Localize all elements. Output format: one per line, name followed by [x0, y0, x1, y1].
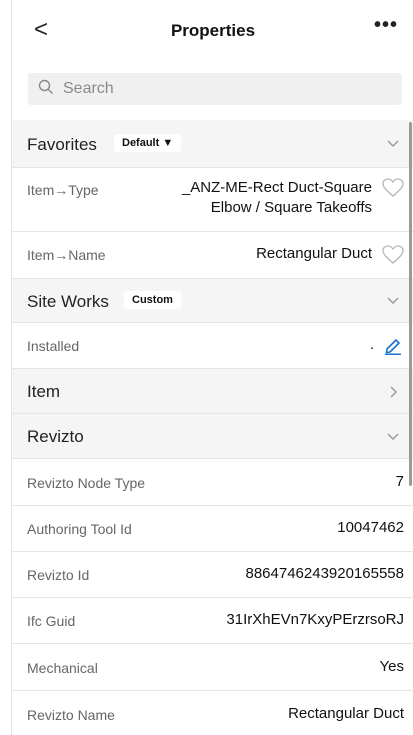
- scrollbar[interactable]: [409, 122, 412, 486]
- page-title: Properties: [170, 21, 256, 40]
- section-favorites[interactable]: Favorites Default ▼: [12, 120, 413, 168]
- value-line-1: _ANZ-ME-Rect Duct-Square: [181, 179, 372, 196]
- property-row-item-name: Item→Name Rectangular Duct: [12, 232, 413, 279]
- property-value: Rectangular Duct: [288, 705, 404, 722]
- section-label: Site Works: [27, 292, 109, 311]
- heart-icon[interactable]: [382, 178, 404, 198]
- section-site-works[interactable]: Site Works Custom: [12, 279, 413, 323]
- section-revizto[interactable]: Revizto: [12, 414, 413, 459]
- heart-icon[interactable]: [382, 245, 404, 265]
- property-label: Item→Type: [27, 182, 99, 198]
- pencil-icon[interactable]: [384, 335, 402, 355]
- property-value: 10047462: [337, 519, 404, 536]
- search-input[interactable]: Search: [28, 73, 402, 105]
- properties-panel: < Properties ••• Search Favorites Defaul…: [11, 0, 413, 735]
- section-label: Item: [27, 382, 61, 401]
- property-label: Installed: [27, 338, 80, 354]
- chevron-down-icon[interactable]: [386, 430, 400, 444]
- property-value: 7: [395, 473, 404, 490]
- property-label: Revizto Name: [27, 707, 115, 723]
- property-row-mechanical: Mechanical Yes: [12, 644, 413, 691]
- property-value: 8864746243920165558: [245, 565, 404, 582]
- property-label: Revizto Node Type: [27, 475, 146, 491]
- property-value: _ANZ-ME-Rect Duct-Square Elbow / Square …: [142, 178, 372, 218]
- section-label: Revizto: [27, 427, 84, 446]
- chevron-right-icon[interactable]: [386, 385, 400, 399]
- chevron-down-icon[interactable]: [386, 294, 400, 308]
- chevron-down-icon[interactable]: [386, 137, 400, 151]
- property-value: Rectangular Duct: [256, 245, 372, 262]
- property-row-item-type: Item→Type _ANZ-ME-Rect Duct-Square Elbow…: [12, 168, 413, 232]
- search-placeholder: Search: [63, 80, 114, 97]
- property-label: Revizto Id: [27, 567, 90, 583]
- more-icon[interactable]: •••: [374, 14, 398, 37]
- property-row-revizto-name: Revizto Name Rectangular Duct: [12, 691, 413, 735]
- property-list: Favorites Default ▼ Item→Type _ANZ-ME-Re…: [12, 120, 413, 735]
- top-bar: < Properties •••: [12, 0, 413, 62]
- property-row-ifc-guid: Ifc Guid 31IrXhEVn7KxyPErzrsoRJ: [12, 598, 413, 644]
- property-row-authoring-tool-id: Authoring Tool Id 10047462: [12, 506, 413, 552]
- property-row-revizto-node-type: Revizto Node Type 7: [12, 459, 413, 506]
- value-line-2: Elbow / Square Takeoffs: [210, 199, 372, 216]
- favorites-preset-dropdown[interactable]: Default ▼: [114, 134, 182, 152]
- property-label: Mechanical: [27, 660, 98, 676]
- property-label: Authoring Tool Id: [27, 521, 132, 537]
- section-label: Favorites: [27, 135, 97, 154]
- site-works-badge[interactable]: Custom: [124, 291, 181, 309]
- section-item[interactable]: Item: [12, 369, 413, 414]
- property-row-revizto-id: Revizto Id 8864746243920165558: [12, 552, 413, 598]
- property-row-installed: Installed .: [12, 323, 413, 369]
- property-value: Yes: [379, 658, 404, 675]
- property-value: 31IrXhEVn7KxyPErzrsoRJ: [226, 611, 404, 628]
- property-label: Ifc Guid: [27, 613, 76, 629]
- property-value: .: [369, 336, 374, 353]
- search-icon: [38, 79, 53, 94]
- property-label: Item→Name: [27, 247, 106, 263]
